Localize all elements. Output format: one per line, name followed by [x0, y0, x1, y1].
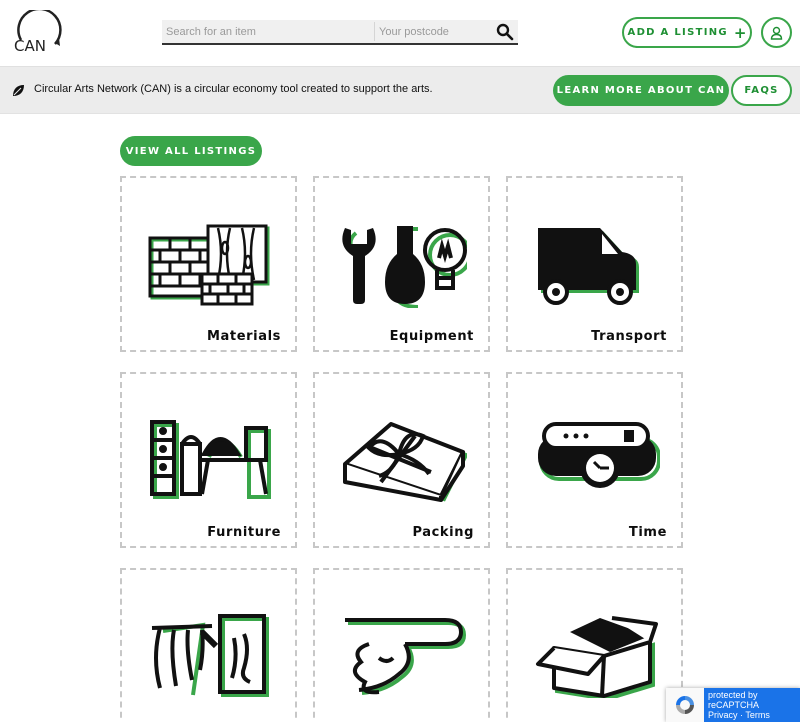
category-card-hand[interactable]	[313, 568, 490, 722]
user-icon	[770, 26, 783, 40]
recaptcha-logo	[666, 688, 704, 722]
recaptcha-badge[interactable]: protected by reCAPTCHA Privacy · Terms	[666, 688, 800, 722]
artwork-hand-icon	[151, 614, 269, 697]
faqs-button[interactable]: FAQS	[731, 75, 792, 106]
view-all-listings-button[interactable]: VIEW ALL LISTINGS	[120, 136, 262, 166]
van-icon	[538, 228, 639, 305]
category-card-artwork[interactable]	[120, 568, 297, 722]
category-card-time[interactable]: Time	[506, 372, 683, 548]
category-card-equipment[interactable]: Equipment	[313, 176, 490, 352]
recaptcha-line2: reCAPTCHA	[708, 700, 760, 710]
category-card-transport[interactable]: Transport	[506, 176, 683, 352]
recaptcha-text: protected by reCAPTCHA Privacy · Terms	[704, 688, 800, 722]
info-bar: Circular Arts Network (CAN) is a circula…	[0, 66, 800, 114]
add-listing-label: ADD A LISTING	[627, 27, 728, 38]
hand-icon	[345, 618, 467, 695]
category-label: Equipment	[389, 329, 474, 344]
category-card-materials[interactable]: Materials	[120, 176, 297, 352]
gift-box-icon	[343, 422, 467, 502]
category-label: Furniture	[207, 525, 281, 540]
site-header: CAN ADD A LISTING +	[0, 0, 800, 66]
search-icon[interactable]	[496, 23, 514, 41]
postcode-input[interactable]	[375, 20, 485, 43]
search-bar	[162, 20, 518, 45]
wristwatch-icon	[538, 422, 660, 488]
learn-more-button[interactable]: LEARN MORE ABOUT CAN	[553, 75, 729, 106]
category-card-box[interactable]	[506, 568, 683, 722]
recaptcha-privacy-terms[interactable]: Privacy · Terms	[708, 710, 800, 720]
account-button[interactable]	[761, 17, 792, 48]
info-text: Circular Arts Network (CAN) is a circula…	[34, 83, 433, 95]
bricks-wood-icon	[148, 224, 270, 306]
add-listing-button[interactable]: ADD A LISTING +	[622, 17, 752, 48]
category-label: Packing	[412, 525, 474, 540]
category-card-furniture[interactable]: Furniture	[120, 372, 297, 548]
can-logo[interactable]: CAN	[11, 10, 63, 58]
category-label: Materials	[207, 329, 281, 344]
leaf-icon	[13, 85, 24, 96]
recaptcha-icon	[676, 696, 694, 714]
plus-icon: +	[733, 23, 747, 42]
svg-text:CAN: CAN	[14, 37, 46, 55]
open-box-icon	[536, 616, 658, 698]
category-label: Transport	[591, 329, 667, 344]
category-label: Time	[628, 525, 667, 540]
tools-vase-bulb-icon	[342, 226, 467, 308]
search-input[interactable]	[162, 20, 374, 43]
category-card-packing[interactable]: Packing	[313, 372, 490, 548]
furniture-icon	[150, 420, 271, 499]
recaptcha-line1: protected by	[708, 690, 758, 700]
